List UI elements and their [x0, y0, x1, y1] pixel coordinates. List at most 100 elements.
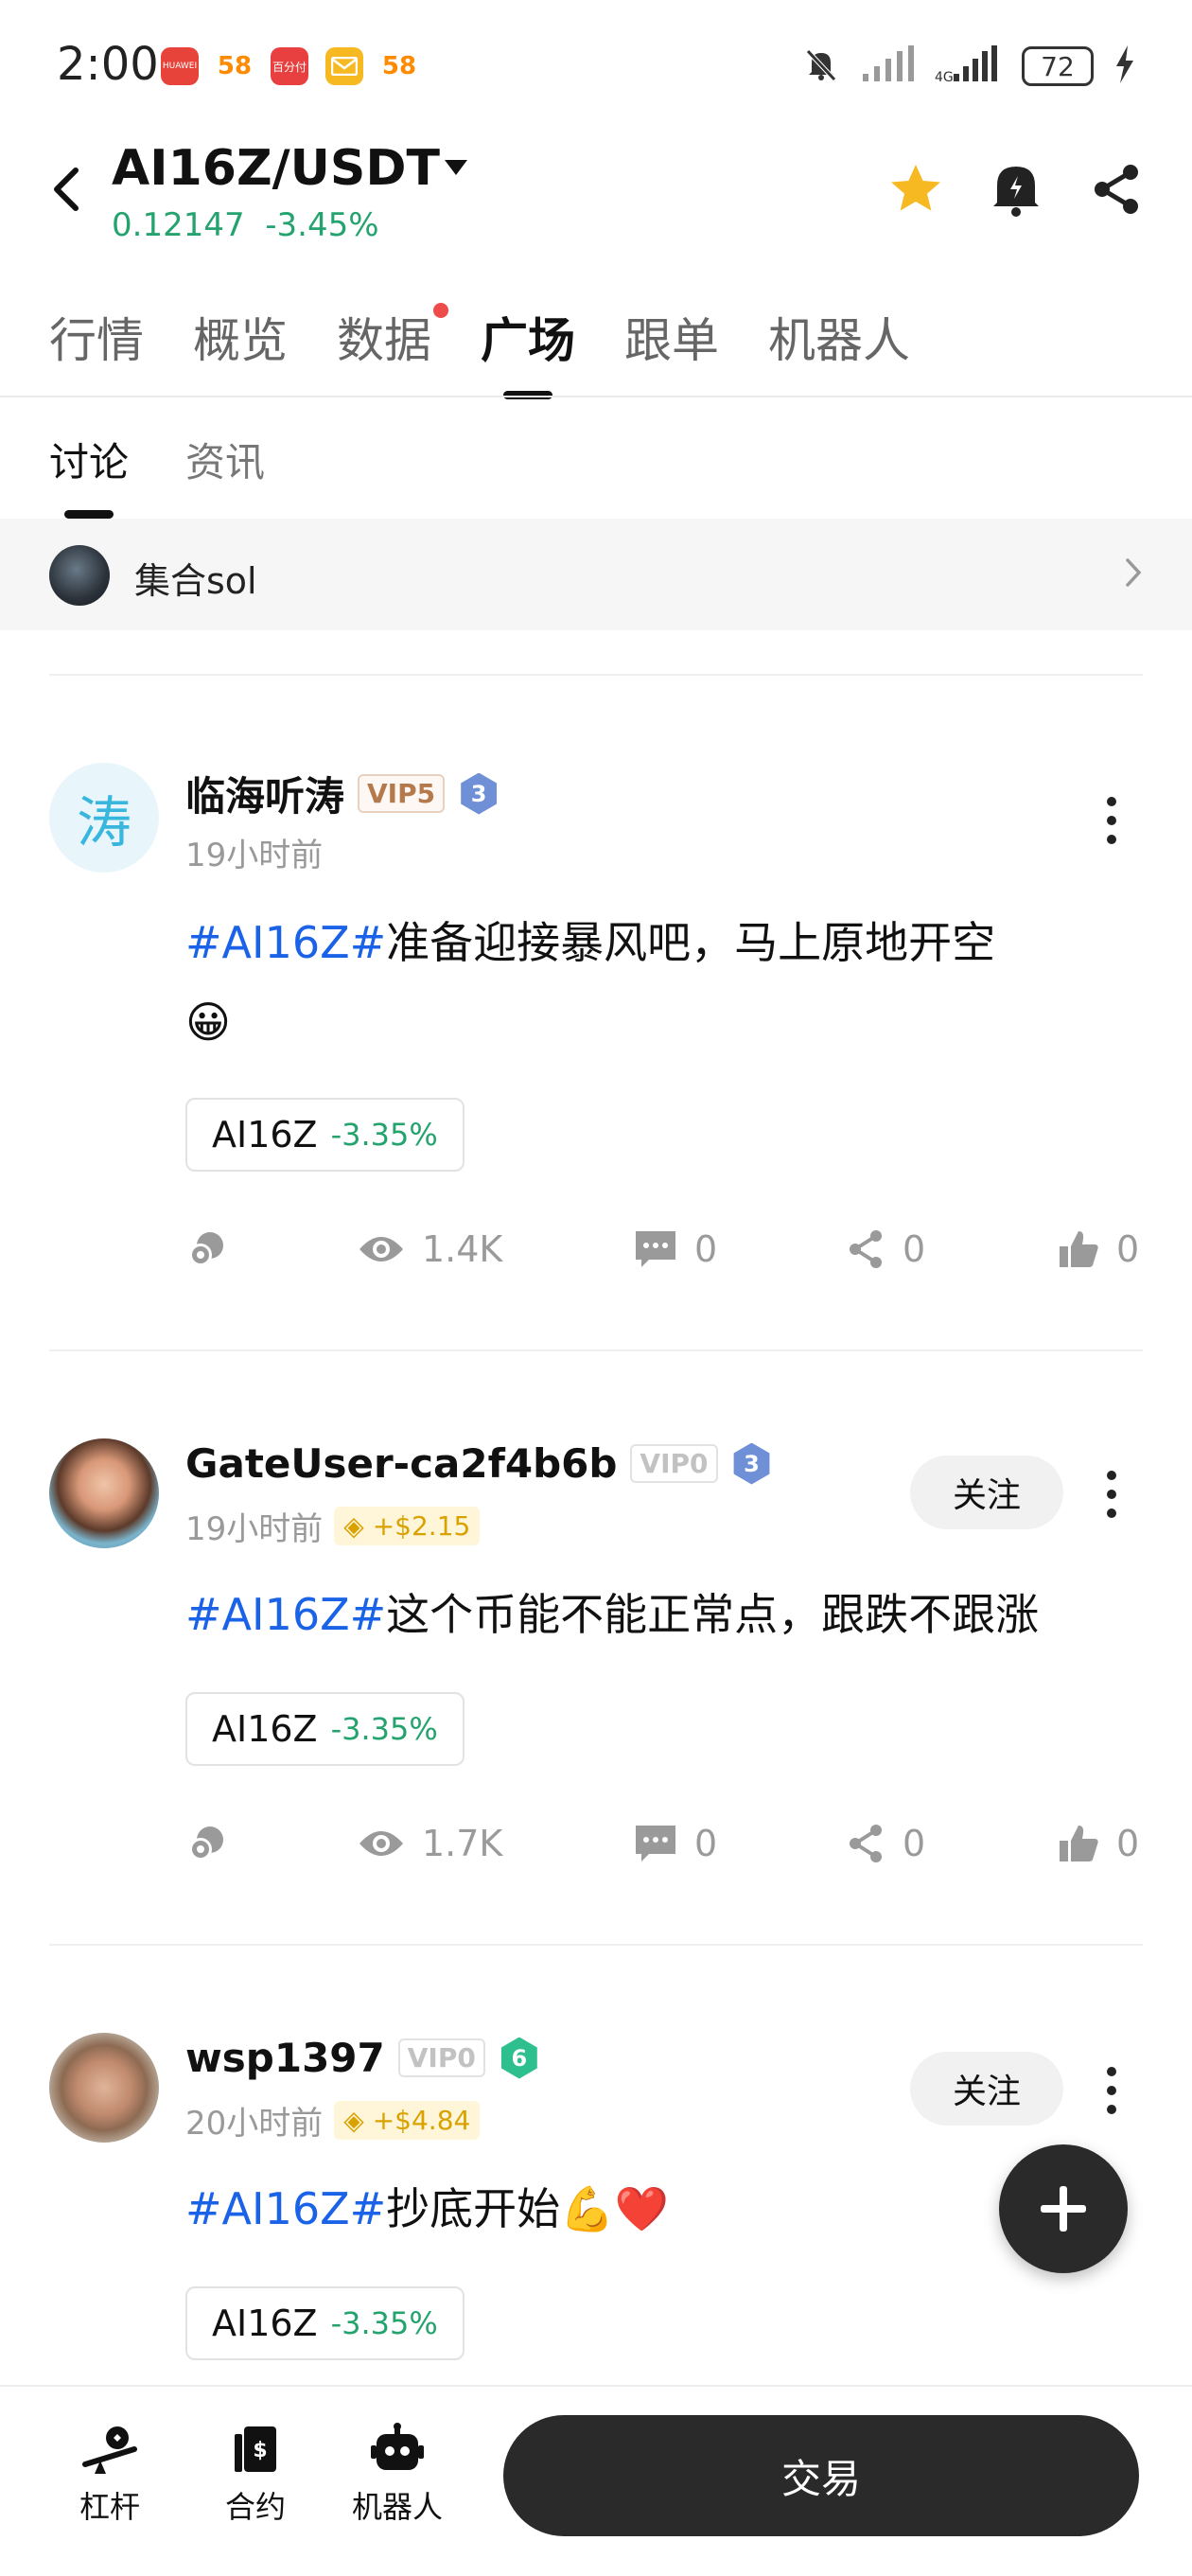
username[interactable]: wsp1397	[185, 2035, 385, 2081]
price-change: -3.45%	[265, 206, 379, 244]
post-content[interactable]: #AI16Z#准备迎接暴风吧，马上原地开空 😀	[185, 903, 1131, 1062]
hashtag[interactable]: #AI16Z#	[185, 1589, 386, 1640]
tab-market[interactable]: 行情	[49, 303, 144, 371]
post-author: wsp1397 VIP0 6	[185, 2035, 540, 2081]
chevron-left-icon	[54, 168, 79, 211]
coin-icon: ◈	[343, 1510, 373, 1542]
post-content[interactable]: #AI16Z#抄底开始💪❤️	[185, 2169, 980, 2249]
tab-square[interactable]: 广场	[481, 303, 575, 371]
trade-button[interactable]: 交易	[503, 2415, 1139, 2536]
robot-button[interactable]: 机器人	[352, 2423, 443, 2527]
signal-icon: 4G	[935, 45, 1001, 87]
notification-dot	[433, 303, 448, 318]
create-post-button[interactable]	[999, 2144, 1128, 2273]
signal-icon	[861, 45, 914, 87]
avatar[interactable]	[49, 2033, 159, 2143]
profit-value: +$4.84	[372, 2105, 471, 2136]
divider	[49, 674, 1143, 676]
tab-news[interactable]: 资讯	[185, 431, 265, 488]
like-button[interactable]: 0	[1058, 1228, 1139, 1270]
post-text: 准备迎接暴风吧，马上原地开空	[386, 917, 996, 968]
star-icon[interactable]	[887, 161, 944, 218]
tab-overview[interactable]: 概览	[193, 303, 288, 371]
header-actions	[887, 161, 1145, 218]
vip-badge: VIP0	[630, 1444, 718, 1483]
comment-icon	[636, 1826, 675, 1861]
bell-icon[interactable]	[988, 161, 1044, 218]
leverage-button[interactable]: 杠杆	[79, 2423, 140, 2527]
share-button[interactable]: 0	[846, 1823, 925, 1864]
username[interactable]: GateUser-ca2f4b6b	[185, 1440, 617, 1487]
post-author: GateUser-ca2f4b6b VIP0 3	[185, 1440, 773, 1487]
mute-icon	[802, 45, 840, 87]
back-button[interactable]	[47, 161, 85, 228]
tab-data-label: 数据	[337, 313, 431, 368]
eye-icon	[359, 1237, 403, 1262]
tab-data[interactable]: 数据	[337, 303, 448, 371]
avatar[interactable]	[49, 1438, 159, 1548]
contract-icon: $	[235, 2426, 276, 2472]
plus-icon	[1041, 2186, 1086, 2232]
follow-button[interactable]: 关注	[910, 1456, 1063, 1529]
more-options-icon[interactable]	[1102, 2067, 1121, 2114]
mail-icon	[325, 47, 363, 85]
contract-label: 合约	[225, 2489, 287, 2525]
token-symbol: AI16Z	[212, 2303, 318, 2344]
charging-icon	[1114, 45, 1135, 87]
post-author: 临海听涛 VIP5 3	[185, 765, 500, 822]
views-stat: 1.4K	[358, 1228, 502, 1270]
like-count: 0	[1116, 1823, 1140, 1864]
price-line: 0.12147 -3.45%	[112, 206, 379, 244]
like-button[interactable]: 0	[1058, 1823, 1139, 1864]
share-icon	[850, 1825, 882, 1862]
sub-tabs: 讨论 资讯	[49, 431, 265, 488]
repost-button[interactable]	[185, 1823, 227, 1864]
hashtag[interactable]: #AI16Z#	[185, 917, 386, 968]
contract-button[interactable]: $ 合约	[225, 2423, 286, 2527]
username[interactable]: 临海听涛	[185, 765, 344, 822]
caret-down-icon[interactable]	[443, 151, 469, 185]
battery-indicator: 72	[1022, 46, 1094, 86]
tab-discussion[interactable]: 讨论	[49, 431, 129, 488]
trading-pair-title[interactable]: AI16Z/USDT	[112, 140, 440, 197]
more-options-icon[interactable]	[1102, 1471, 1121, 1518]
thumbs-up-icon	[1060, 1231, 1098, 1267]
token-symbol: AI16Z	[212, 1708, 318, 1750]
share-count: 0	[903, 1823, 926, 1864]
chevron-right-icon	[1124, 555, 1143, 598]
hashtag[interactable]: #AI16Z#	[185, 2183, 386, 2234]
share-icon[interactable]	[1088, 161, 1145, 218]
share-icon	[850, 1230, 882, 1268]
views-count: 1.4K	[422, 1228, 503, 1270]
token-change: -3.35%	[330, 1711, 438, 1747]
post-meta: 19小时前 ◈ +$2.15	[185, 1503, 481, 1549]
main-tabs: 行情 概览 数据 广场 跟单 机器人	[49, 303, 910, 371]
post-content[interactable]: #AI16Z#这个币能不能正常点，跟跌不跟涨	[185, 1575, 1150, 1654]
avatar[interactable]: 涛	[49, 763, 159, 873]
58-icon: 58	[216, 47, 254, 85]
repost-button[interactable]	[185, 1228, 227, 1270]
emoji-grin: 😀	[185, 997, 231, 1048]
comment-button[interactable]: 0	[634, 1228, 717, 1270]
comment-count: 0	[694, 1823, 718, 1864]
comment-button[interactable]: 0	[634, 1823, 717, 1864]
profit-value: +$2.15	[372, 1510, 471, 1542]
token-chip[interactable]: AI16Z -3.35%	[185, 2286, 465, 2360]
token-chip[interactable]: AI16Z -3.35%	[185, 1098, 465, 1172]
share-button[interactable]: 0	[846, 1228, 925, 1270]
thumbs-up-icon	[1060, 1826, 1098, 1861]
repost-icon	[189, 1232, 223, 1266]
tab-bots[interactable]: 机器人	[768, 303, 910, 371]
follow-button[interactable]: 关注	[910, 2052, 1063, 2126]
status-app-icons: HUAWEI 58 百分付 58	[161, 47, 418, 85]
tab-copytrade[interactable]: 跟单	[624, 303, 719, 371]
post-time: 20小时前	[185, 2105, 324, 2143]
58-icon: 58	[380, 47, 418, 85]
comment-count: 0	[694, 1228, 718, 1270]
views-count: 1.7K	[422, 1823, 503, 1864]
svg-text:4G: 4G	[935, 70, 954, 83]
divider	[49, 1944, 1143, 1946]
more-options-icon[interactable]	[1102, 797, 1121, 844]
token-change: -3.35%	[330, 2305, 438, 2341]
token-chip[interactable]: AI16Z -3.35%	[185, 1692, 465, 1766]
